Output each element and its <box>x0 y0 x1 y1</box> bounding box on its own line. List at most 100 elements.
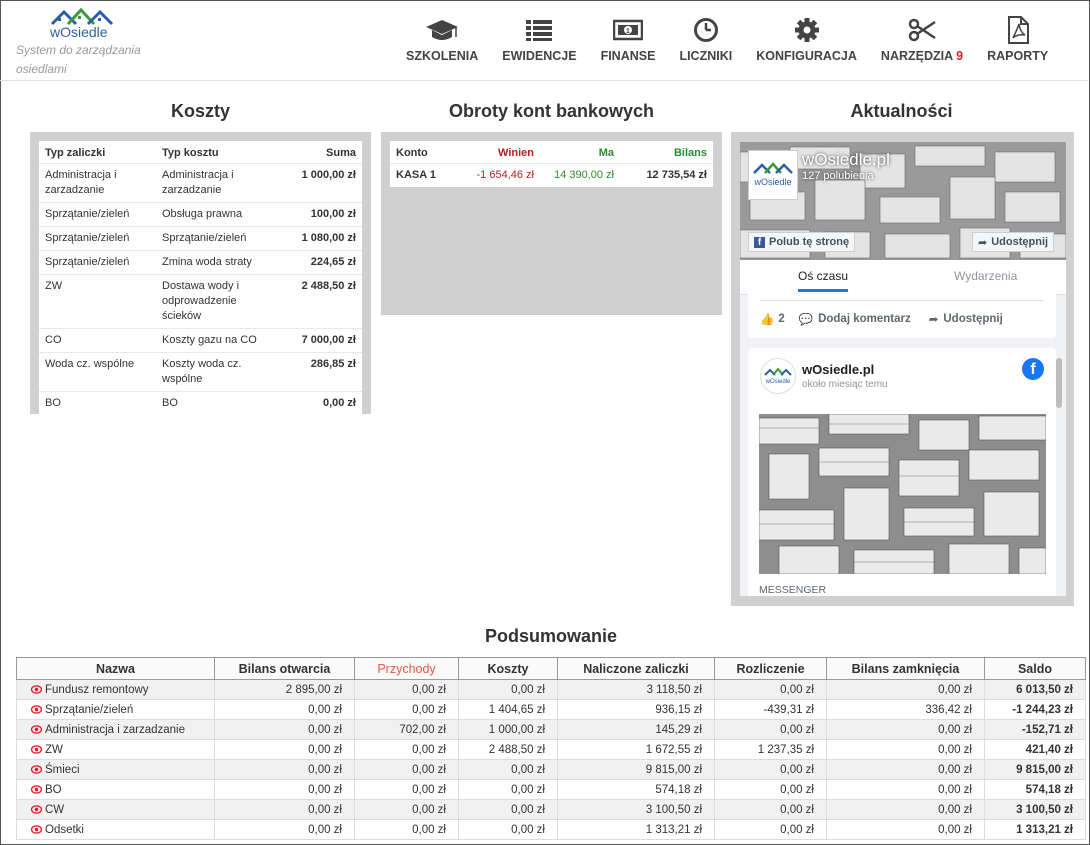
cell-advance: Sprzątanie/zieleń <box>39 202 156 227</box>
summary-body: Fundusz remontowy 2 895,00 zł 0,00 zł 0,00 … <box>16 679 1086 840</box>
cell-advances: 3 100,50 zł <box>557 799 715 820</box>
cell-settlement: 0,00 zł <box>714 759 827 780</box>
table-row: Sprzątanie/zieleń Zmina woda straty 224,65… <box>39 250 362 275</box>
fb-scrollbar-thumb[interactable] <box>1056 358 1062 408</box>
cell-costs: 2 488,50 zł <box>458 739 558 760</box>
fb-share-link[interactable]: Udostępnij <box>943 313 1002 325</box>
news-title: Aktualności <box>850 101 953 121</box>
cell-closing: 0,00 zł <box>826 819 985 840</box>
cell-opening: 0,00 zł <box>214 719 355 740</box>
bank-table: Konto Winien Ma Bilans KASA 1 -1 654,46 … <box>390 141 713 187</box>
col-credit: Ma <box>598 147 614 159</box>
eye-icon[interactable] <box>31 784 42 794</box>
cell-advance: Woda cz. wspólne <box>39 352 156 392</box>
fb-page-avatar[interactable]: wOsiedle <box>748 150 798 200</box>
nav-liczniki[interactable]: LICZNIKI <box>679 16 732 63</box>
fb-comment-link[interactable]: Dodaj komentarz <box>818 313 911 325</box>
cell-advances: 9 815,00 zł <box>557 759 715 780</box>
fb-like-page-button[interactable]: f Polub tę stronę <box>748 232 856 252</box>
cell-settlement: 0,00 zł <box>714 719 827 740</box>
nav-label: NARZĘDZIA 9 <box>881 49 963 63</box>
eye-icon[interactable] <box>31 764 42 774</box>
col-advance-type: Typ zaliczki <box>45 147 106 159</box>
bank-panel: Konto Winien Ma Bilans KASA 1 -1 654,46 … <box>381 132 722 315</box>
col-balance[interactable]: Saldo <box>984 657 1086 680</box>
fb-cover-photo: wOsiedle wOsiedle.pl 127 polubienia f Po… <box>740 142 1066 260</box>
tab-timeline[interactable]: Oś czasu <box>798 269 849 292</box>
cell-settlement: 0,00 zł <box>714 779 827 800</box>
clock-icon <box>693 16 719 44</box>
cell-sum: 1 080,00 zł <box>272 226 362 251</box>
nav-raporty[interactable]: RAPORTY <box>987 16 1048 63</box>
table-row: Sprzątanie/zieleń Obsługa prawna 100,00 zł <box>39 202 362 227</box>
table-row: BO BO 0,00 zł <box>39 391 362 415</box>
cell-sum: 0,00 zł <box>272 391 362 415</box>
fb-post-author[interactable]: wOsiedle.pl <box>802 362 874 377</box>
table-row: KASA 1 -1 654,46 zł 14 390,00 zł 12 735,… <box>390 163 713 187</box>
costs-panel: Typ zaliczki Typ kosztu Suma Administrac… <box>30 132 371 415</box>
cell-balance: 9 815,00 zł <box>984 759 1086 780</box>
col-costs[interactable]: Koszty <box>458 657 558 680</box>
nav-ewidencje[interactable]: EWIDENCJE <box>502 16 577 63</box>
eye-icon[interactable] <box>31 744 42 754</box>
cell-settlement: 1 237,35 zł <box>714 739 827 760</box>
tab-events[interactable]: Wydarzenia <box>954 269 1017 283</box>
fb-tabs: Oś czasu Wydarzenia <box>740 260 1066 295</box>
nav-szkolenia[interactable]: SZKOLENIA <box>406 16 478 63</box>
cell-advances: 3 118,50 zł <box>557 679 715 700</box>
cell-income: 0,00 zł <box>354 739 459 760</box>
fb-post-image[interactable] <box>759 414 1046 574</box>
col-settlement[interactable]: Rozliczenie <box>714 657 827 680</box>
row-name: Odsetki <box>45 823 84 836</box>
row-name: CW <box>45 803 65 816</box>
money-icon: 1 <box>613 16 643 44</box>
nav-label: RAPORTY <box>987 49 1049 63</box>
cell-opening: 0,00 zł <box>214 739 355 760</box>
col-income[interactable]: Przychody <box>354 657 459 680</box>
graduation-cap-icon <box>425 16 459 44</box>
nav-konfiguracja[interactable]: KONFIGURACJA <box>756 16 857 63</box>
fb-logo-icon: f <box>754 236 765 248</box>
col-closing[interactable]: Bilans zamknięcia <box>826 657 985 680</box>
cell-settlement: -439,31 zł <box>714 699 827 720</box>
eye-icon[interactable] <box>31 704 42 714</box>
fb-post-time[interactable]: około miesiąc temu <box>802 379 888 390</box>
cell-name: Sprzątanie/zieleń <box>16 699 215 720</box>
cell-income: 0,00 zł <box>354 819 459 840</box>
cell-balance: 574,18 zł <box>984 779 1086 800</box>
costs-table: Typ zaliczki Typ kosztu Suma Administrac… <box>39 141 362 415</box>
cell-balance: 3 100,50 zł <box>984 799 1086 820</box>
gear-icon <box>794 16 820 44</box>
svg-text:1: 1 <box>626 28 630 35</box>
summary-table: Nazwa Bilans otwarcia Przychody Koszty N… <box>16 657 1086 840</box>
eye-icon[interactable] <box>31 824 42 834</box>
col-balance: Bilans <box>673 147 707 159</box>
cell-costs: 0,00 zł <box>458 679 558 700</box>
eye-icon[interactable] <box>31 724 42 734</box>
nav-narzedzia[interactable]: NARZĘDZIA 9 <box>881 16 963 63</box>
table-row: Administracja i zarzadzanie Administracja… <box>39 163 362 203</box>
fb-previous-post-footer: 👍 2 💬 Dodaj komentarz ➦ Udostępnij <box>748 294 1056 338</box>
eye-icon[interactable] <box>31 804 42 814</box>
fb-page-name[interactable]: wOsiedle.pl <box>802 150 890 170</box>
nav-label: KONFIGURACJA <box>756 49 857 63</box>
col-sum: Suma <box>326 147 356 159</box>
col-advances[interactable]: Naliczone zaliczki <box>557 657 715 680</box>
cell-closing: 0,00 zł <box>826 799 985 820</box>
col-opening[interactable]: Bilans otwarcia <box>214 657 355 680</box>
nav-label: LICZNIKI <box>679 49 733 63</box>
cell-sum: 100,00 zł <box>272 202 362 227</box>
cell-costs: 0,00 zł <box>458 799 558 820</box>
row-name: Administracja i zarzadzanie <box>45 723 185 736</box>
fb-post-avatar[interactable]: wOsiedle <box>760 358 796 394</box>
fb-share-page-button[interactable]: ➦ Udostępnij <box>972 232 1055 252</box>
col-name[interactable]: Nazwa <box>16 657 215 680</box>
cell-name: CW <box>16 799 215 820</box>
nav-finanse[interactable]: 1 FINANSE <box>601 16 655 63</box>
cell-balance: 421,40 zł <box>984 739 1086 760</box>
facebook-logo-icon[interactable]: f <box>1022 358 1044 380</box>
cell-cost: Dostawa wody i odprowadzenie ścieków <box>156 274 272 329</box>
table-row: Śmieci 0,00 zł 0,00 zł 0,00 zł 9 815,00 zł 0,… <box>16 759 1086 780</box>
fb-like-count-post[interactable]: 2 <box>778 313 784 325</box>
eye-icon[interactable] <box>31 684 42 694</box>
